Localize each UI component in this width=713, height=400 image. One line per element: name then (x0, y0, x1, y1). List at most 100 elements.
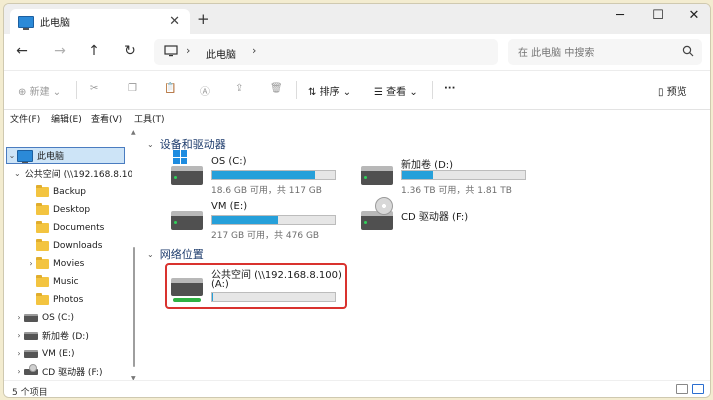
search-icon[interactable] (682, 45, 694, 60)
drive-usage-fill (212, 216, 279, 224)
sidebar-item-network-drive[interactable]: ⌄ 公共空间 (\\192.168.8.100) (A:) (14, 165, 136, 182)
cd-drive-icon (24, 363, 38, 375)
folder-icon (36, 202, 49, 215)
expand-arrow-icon[interactable]: › (14, 331, 24, 340)
sidebar-item-label: 此电脑 (37, 152, 65, 162)
menu-view[interactable]: 查看(V) (91, 112, 122, 125)
new-button[interactable]: ⊕ 新建 ⌄ (18, 83, 61, 98)
sidebar-item-label: 新加卷 (D:) (42, 332, 89, 342)
sidebar-item-label: OS (C:) (42, 312, 74, 323)
sidebar-item-label: Downloads (53, 240, 103, 251)
drive-tile-new-volume-d[interactable]: 新加卷 (D:) 1.36 TB 可用，共 1.81 TB (361, 156, 541, 196)
copy-button[interactable]: ❐ (128, 83, 137, 94)
status-bar: 5 个项目 (4, 380, 710, 398)
sidebar-item-cd-drive-f[interactable]: › CD 驱动器 (F:) (14, 363, 136, 380)
chevron-down-icon: ⌄ (147, 139, 154, 149)
more-options-button[interactable]: ··· (444, 83, 455, 94)
search-input[interactable] (516, 44, 680, 62)
drive-icon (24, 331, 38, 340)
back-button[interactable]: ← (12, 43, 32, 59)
collapse-arrow-icon[interactable]: ⌄ (14, 169, 21, 178)
expand-arrow-icon[interactable]: › (26, 259, 36, 268)
sidebar-item-desktop[interactable]: Desktop (26, 201, 148, 218)
section-title: 网络位置 (159, 248, 204, 261)
expand-arrow-icon[interactable]: › (14, 349, 24, 358)
view-icon: ☰ (374, 87, 383, 98)
title-bar: 此电脑 ✕ + ─ ☐ ✕ (4, 4, 710, 34)
command-bar: ⊕ 新建 ⌄ ✂ ❐ 📋 Ⓐ ⇪ 🗑 ⇅ 排序 ⌄ ☰ 查看 ⌄ ··· ▯ 预… (4, 71, 710, 110)
sidebar-item-movies[interactable]: › Movies (26, 255, 148, 272)
cut-button[interactable]: ✂ (90, 83, 98, 94)
drive-icon (24, 349, 38, 358)
minimize-button[interactable]: ─ (610, 8, 630, 23)
forward-button[interactable]: → (50, 43, 70, 59)
sidebar-scrollbar[interactable]: ▲ ▼ (131, 129, 136, 382)
computer-icon (18, 15, 34, 30)
maximize-button[interactable]: ☐ (648, 8, 668, 23)
sidebar-item-label: Photos (53, 294, 84, 305)
highlight-box (165, 263, 347, 309)
sidebar-item-downloads[interactable]: Downloads (26, 237, 148, 254)
menu-tools[interactable]: 工具(T) (134, 112, 165, 125)
address-bar-row: ← → ↑ ↻ › 此电脑 › (4, 34, 710, 71)
toolbar-divider (432, 81, 433, 99)
sidebar-item-label: Music (53, 276, 79, 287)
sidebar-item-os-c[interactable]: › OS (C:) (14, 309, 136, 326)
content-area: ⌄ 设备和驱动器 OS (C:) 18.6 GB 可用，共 117 GB 新加卷… (139, 127, 709, 380)
drive-usage-fill (212, 171, 316, 179)
paste-button[interactable]: 📋 (164, 83, 176, 94)
breadcrumb-chevron-icon[interactable]: › (252, 44, 256, 57)
menu-edit[interactable]: 编辑(E) (51, 112, 82, 125)
folder-icon (36, 184, 49, 197)
collapse-arrow-icon[interactable]: ⌄ (7, 151, 17, 160)
toolbar-divider (296, 81, 297, 99)
drive-tile-os-c[interactable]: OS (C:) 18.6 GB 可用，共 117 GB (171, 150, 351, 196)
sidebar-item-vm-e[interactable]: › VM (E:) (14, 345, 136, 362)
expand-arrow-icon[interactable]: › (14, 367, 24, 376)
sidebar-item-photos[interactable]: Photos (26, 291, 148, 308)
breadcrumb-this-pc[interactable]: 此电脑 (206, 46, 236, 61)
sort-button[interactable]: ⇅ 排序 ⌄ (308, 83, 351, 98)
details-view-icon[interactable] (676, 384, 688, 394)
scroll-up-icon[interactable]: ▲ (131, 129, 136, 136)
refresh-button[interactable]: ↻ (120, 43, 140, 59)
sidebar-item-documents[interactable]: Documents (26, 219, 148, 236)
drive-name: OS (C:) (211, 156, 247, 167)
address-field[interactable]: › 此电脑 › (154, 39, 498, 65)
tiles-view-icon[interactable] (692, 384, 704, 394)
sort-label: 排序 (319, 87, 340, 98)
view-button[interactable]: ☰ 查看 ⌄ (374, 83, 418, 98)
view-label: 查看 (386, 87, 407, 98)
up-button[interactable]: ↑ (84, 43, 104, 59)
drive-free-space: 217 GB 可用，共 476 GB (211, 231, 320, 241)
search-box[interactable] (508, 39, 702, 65)
drive-tile-cd-drive-f[interactable]: CD 驱动器 (F:) (361, 197, 541, 241)
new-tab-button[interactable]: + (197, 10, 210, 28)
item-count: 5 个项目 (12, 388, 48, 398)
preview-pane-icon: ▯ (658, 87, 664, 98)
tab-close-icon[interactable]: ✕ (169, 14, 180, 29)
section-network-locations[interactable]: ⌄ 网络位置 (147, 246, 204, 262)
preview-button[interactable]: ▯ 预览 (658, 83, 687, 98)
close-window-button[interactable]: ✕ (684, 8, 704, 23)
drive-name: VM (E:) (211, 201, 248, 212)
sidebar-item-label: Documents (53, 222, 105, 233)
sidebar-item-new-volume-d[interactable]: › 新加卷 (D:) (14, 327, 136, 344)
menu-file[interactable]: 文件(F) (10, 112, 40, 125)
sort-icon: ⇅ (308, 87, 317, 98)
tab-this-pc[interactable]: 此电脑 ✕ (10, 9, 190, 34)
delete-button[interactable]: 🗑 (270, 83, 283, 94)
scrollbar-thumb[interactable] (133, 247, 135, 367)
share-button[interactable]: ⇪ (235, 83, 243, 94)
sidebar-item-this-pc[interactable]: ⌄ 此电脑 (6, 147, 125, 164)
sidebar-item-label: Movies (53, 258, 85, 269)
drive-tile-vm-e[interactable]: VM (E:) 217 GB 可用，共 476 GB (171, 201, 351, 241)
disc-icon (375, 197, 393, 215)
tab-title: 此电脑 (40, 18, 70, 29)
rename-button[interactable]: Ⓐ (200, 83, 210, 98)
expand-arrow-icon[interactable]: › (14, 313, 24, 322)
breadcrumb-chevron-icon[interactable]: › (186, 44, 190, 57)
sidebar-item-backup[interactable]: Backup (26, 183, 148, 200)
sidebar-item-music[interactable]: Music (26, 273, 148, 290)
drive-usage-fill (402, 171, 433, 179)
